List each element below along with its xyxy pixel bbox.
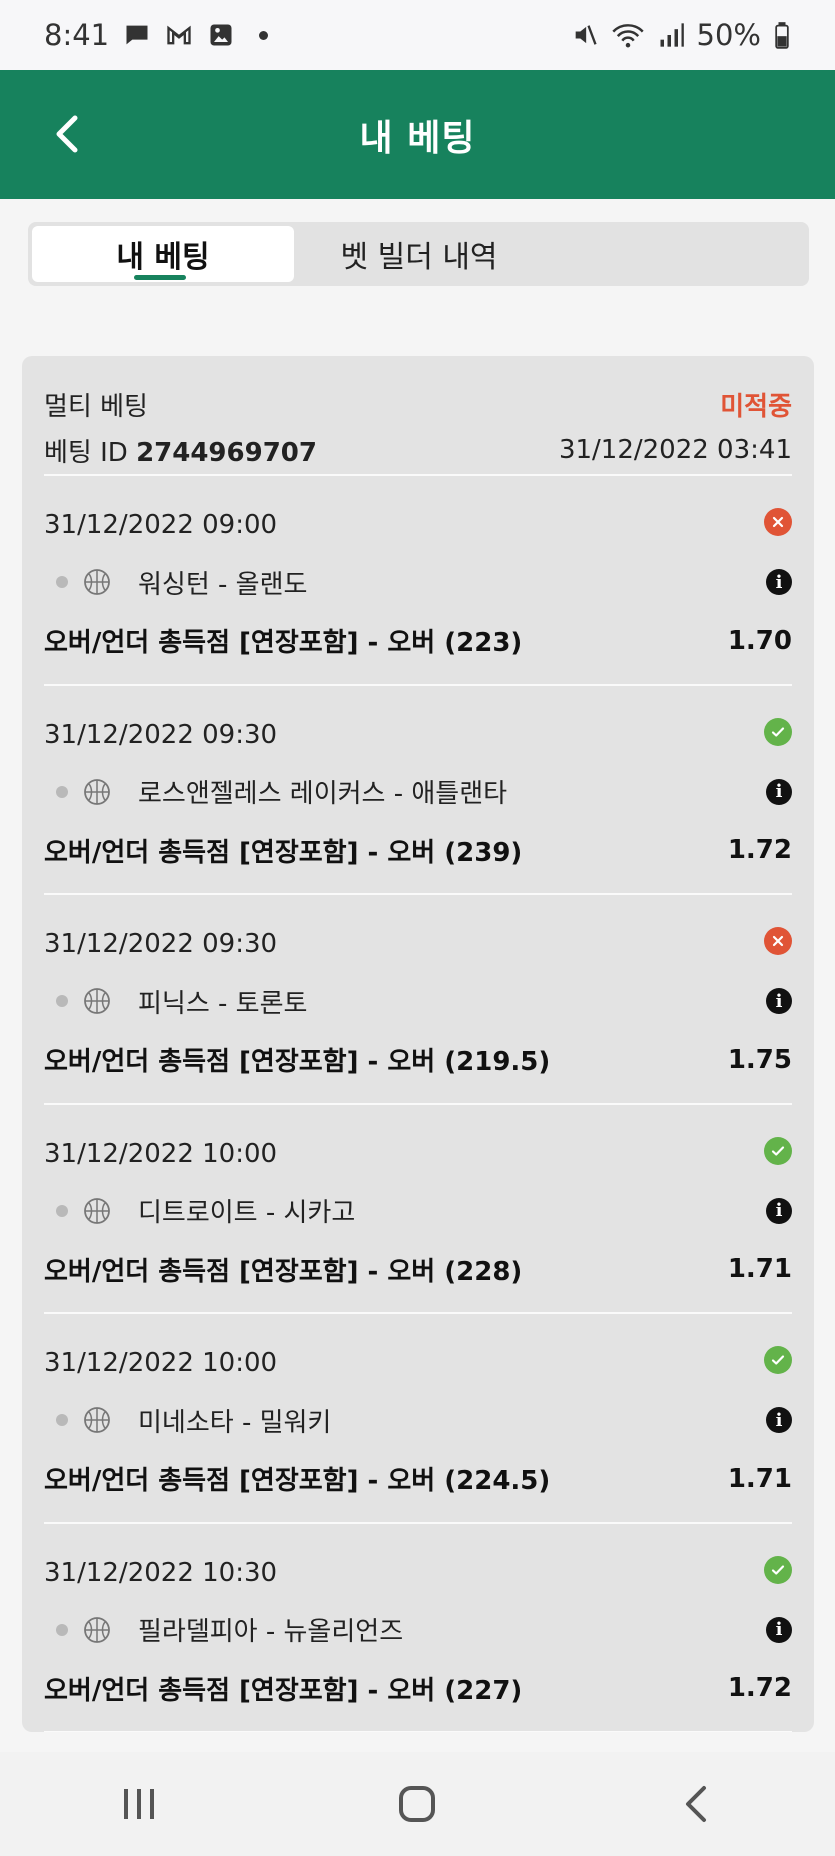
selection-datetime: 31/12/2022 10:00 <box>44 1138 278 1169</box>
selection-row: 31/12/2022 09:30 로스앤젤레스 레이커스 - 애틀랜타 i 오버/언더… <box>44 686 792 895</box>
x-circle-icon <box>764 508 792 536</box>
market-name: 오버/언더 총득점 [연장포함] - 오버 (227) <box>44 1675 523 1706</box>
selection-datetime: 31/12/2022 10:00 <box>44 1348 278 1378</box>
odds-value: 1.75 <box>727 1044 792 1075</box>
bet-placed-date: 31/12/2022 03:41 <box>558 435 792 465</box>
basketball-icon <box>84 778 110 805</box>
selection-datetime: 31/12/2022 09:30 <box>44 929 278 959</box>
selection-row: 31/12/2022 10:00 미네소타 - 밀워키 i 오버/언더 총득점 [연장… <box>44 1314 792 1524</box>
notification-dot-icon <box>259 30 269 40</box>
selection-datetime: 31/12/2022 09:30 <box>44 719 278 750</box>
signal-icon <box>660 23 684 47</box>
bet-id: 베팅 ID 2744969707 <box>44 437 317 468</box>
battery-icon <box>775 22 789 49</box>
odds-value: 1.72 <box>727 835 792 865</box>
info-icon[interactable]: i <box>766 778 792 805</box>
market-row: 오버/언더 총득점 [연장포함] - 오버 (224.5) 1.71 <box>44 1460 792 1497</box>
match-name: 미네소타 - 밀워키 <box>138 1407 332 1438</box>
tab-bar: 내 베팅 벳 빌더 내역 <box>28 222 809 286</box>
match-name: 디트로이트 - 시카고 <box>138 1198 356 1228</box>
market-row: 오버/언더 총득점 [연장포함] - 오버 (219.5) 1.75 <box>44 1041 792 1078</box>
match-name: 로스앤젤레스 레이커스 - 애틀랜타 <box>138 779 508 809</box>
selection-list: 31/12/2022 09:00 워싱턴 - 올랜도 i 오버/언더 총득점 [연장포… <box>44 476 792 1732</box>
gmail-icon <box>167 25 191 45</box>
market-row: 오버/언더 총득점 [연장포함] - 오버 (228) 1.71 <box>44 1251 792 1288</box>
tab-my-bets[interactable]: 내 베팅 <box>32 226 294 282</box>
app-header: 내 베팅 <box>0 70 835 199</box>
basketball-icon <box>84 569 110 595</box>
selection-row: 31/12/2022 09:00 워싱턴 - 올랜도 i 오버/언더 총득점 [연장포… <box>44 476 792 686</box>
gallery-icon <box>210 24 232 46</box>
status-dot-icon <box>56 785 68 798</box>
market-row: 오버/언더 총득점 [연장포함] - 오버 (227) 1.72 <box>44 1670 792 1707</box>
status-dot-icon <box>56 1623 68 1636</box>
status-dot-icon <box>56 995 68 1007</box>
match-name: 필라델피아 - 뉴올리언즈 <box>138 1617 404 1647</box>
system-nav-bar <box>0 1752 835 1856</box>
odds-value: 1.70 <box>727 625 792 656</box>
status-dot-icon <box>56 576 68 588</box>
tab-bet-builder-history[interactable]: 벳 빌더 내역 <box>294 226 544 282</box>
market-row: 오버/언더 총득점 [연장포함] - 오버 (223) 1.70 <box>44 622 792 659</box>
chevron-left-icon <box>56 115 78 153</box>
bet-card: 멀티 베팅 미적중 베팅 ID 2744969707 31/12/2022 03… <box>22 356 814 1732</box>
back-button[interactable] <box>38 98 94 170</box>
odds-value: 1.71 <box>727 1254 792 1284</box>
match-name: 워싱턴 - 올랜도 <box>138 569 308 600</box>
battery-percent: 50% <box>696 18 761 52</box>
info-icon[interactable]: i <box>766 569 792 595</box>
market-name: 오버/언더 총득점 [연장포함] - 오버 (224.5) <box>44 1466 551 1496</box>
info-icon[interactable]: i <box>766 1616 792 1643</box>
match-row: 필라델피아 - 뉴올리언즈 i <box>56 1610 792 1650</box>
check-circle-icon <box>764 1346 792 1374</box>
back-icon <box>685 1786 706 1822</box>
match-row: 워싱턴 - 올랜도 i <box>56 562 792 602</box>
match-row: 미네소타 - 밀워키 i <box>56 1400 792 1440</box>
status-dot-icon <box>56 1204 68 1217</box>
match-row: 피닉스 - 토론토 i <box>56 981 792 1021</box>
page-title: 내 베팅 <box>359 117 476 159</box>
check-circle-icon <box>764 717 792 746</box>
check-circle-icon <box>764 1555 792 1584</box>
basketball-icon <box>84 1407 110 1433</box>
basketball-icon <box>84 1197 110 1224</box>
market-name: 오버/언더 총득점 [연장포함] - 오버 (219.5) <box>44 1047 551 1077</box>
selection-row: 31/12/2022 10:00 디트로이트 - 시카고 i 오버/언더 총득점 [연… <box>44 1105 792 1314</box>
check-circle-icon <box>764 1136 792 1165</box>
odds-value: 1.72 <box>727 1673 792 1703</box>
info-icon[interactable]: i <box>766 1197 792 1224</box>
market-name: 오버/언더 총득점 [연장포함] - 오버 (223) <box>44 628 523 658</box>
nav-back-button[interactable] <box>656 1774 736 1834</box>
status-dot-icon <box>56 1414 68 1426</box>
odds-value: 1.71 <box>727 1463 792 1494</box>
status-bar: 8:41 50% <box>0 0 835 70</box>
nav-recents-button[interactable] <box>99 1774 179 1834</box>
x-circle-icon <box>764 927 792 955</box>
wifi-icon <box>611 24 644 48</box>
match-row: 로스앤젤레스 레이커스 - 애틀랜타 i <box>56 772 792 812</box>
nav-home-button[interactable] <box>377 1774 457 1834</box>
selection-row: 31/12/2022 10:30 필라델피아 - 뉴올리언즈 i 오버/언더 총득점 … <box>44 1524 792 1732</box>
market-name: 오버/언더 총득점 [연장포함] - 오버 (228) <box>44 1256 523 1287</box>
match-row: 디트로이트 - 시카고 i <box>56 1191 792 1231</box>
info-icon[interactable]: i <box>766 1407 792 1433</box>
market-name: 오버/언더 총득점 [연장포함] - 오버 (239) <box>44 837 523 868</box>
market-row: 오버/언더 총득점 [연장포함] - 오버 (239) 1.72 <box>44 832 792 869</box>
recents-icon <box>124 1789 155 1819</box>
bet-type: 멀티 베팅 <box>44 391 148 422</box>
selection-datetime: 31/12/2022 09:00 <box>44 510 278 540</box>
selection-row: 31/12/2022 09:30 피닉스 - 토론토 i 오버/언더 총득점 [연장포… <box>44 895 792 1105</box>
bet-id-value: 2744969707 <box>136 437 317 468</box>
selection-datetime: 31/12/2022 10:30 <box>44 1557 278 1588</box>
mute-icon <box>575 25 597 45</box>
info-icon[interactable]: i <box>766 988 792 1014</box>
status-time: 8:41 <box>44 18 110 52</box>
basketball-icon <box>84 988 110 1014</box>
bet-status-badge: 미적중 <box>720 391 792 422</box>
message-icon <box>126 25 148 45</box>
home-icon <box>399 1786 436 1822</box>
basketball-icon <box>84 1616 110 1643</box>
match-name: 피닉스 - 토론토 <box>138 988 308 1019</box>
